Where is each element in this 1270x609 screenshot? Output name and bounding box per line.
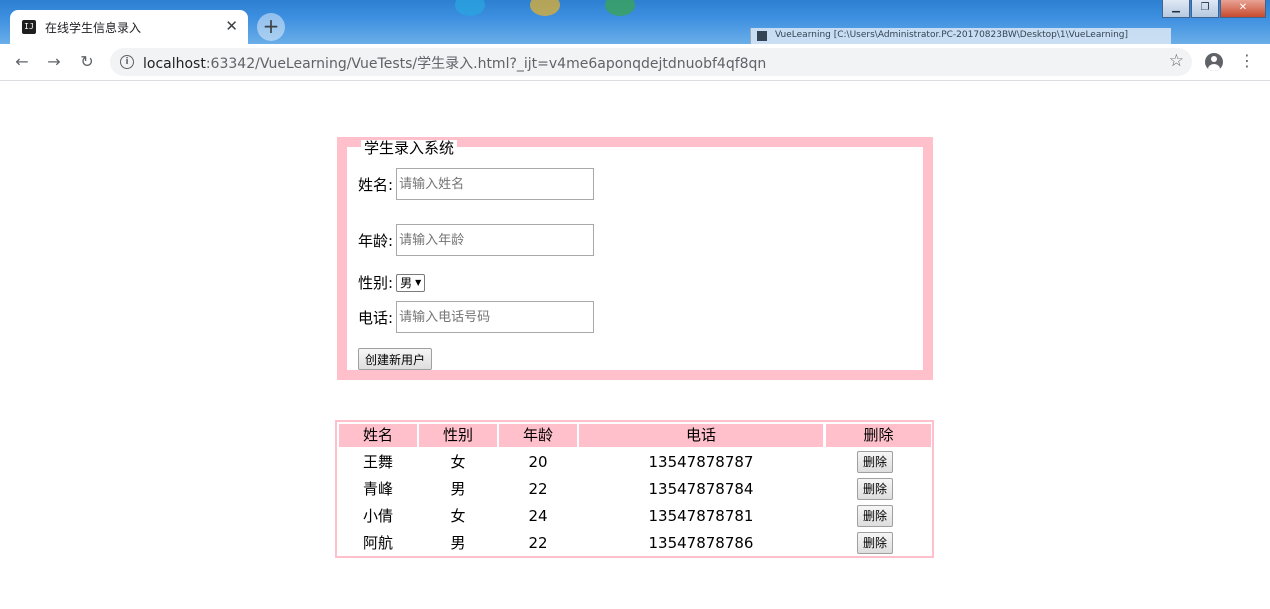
phone-input[interactable] (396, 301, 595, 333)
desktop-strip-text: VueLearning [C:\Users\Administrator.PC-2… (775, 30, 1129, 40)
cell-phone: 13547878784 (648, 480, 754, 498)
name-input[interactable] (396, 168, 595, 200)
browser-tab-strip: VueLearning [C:\Users\Administrator.PC-2… (0, 0, 1270, 44)
cell-name: 阿航 (362, 534, 393, 552)
url-path: :63342/VueLearning/VueTests/学生录入.html?_i… (205, 56, 767, 72)
cell-gender: 女 (450, 453, 466, 471)
age-input[interactable] (396, 224, 595, 256)
reload-icon[interactable]: ↻ (75, 50, 99, 74)
url-text[interactable]: localhost:63342/VueLearning/VueTests/学生录… (143, 53, 766, 73)
header-age: 年龄 (499, 424, 577, 447)
cell-age: 22 (528, 480, 548, 498)
name-row: 姓名: (358, 168, 595, 200)
desktop-icon (455, 0, 485, 16)
back-icon[interactable]: ← (10, 50, 34, 74)
age-row: 年龄: (358, 224, 595, 256)
dropdown-arrow-icon: ▼ (415, 278, 422, 287)
header-delete: 删除 (826, 424, 931, 447)
student-entry-fieldset: 学生录入系统 姓名: 年龄: 性别: 男 ▼ 电话: 创建新用户 (337, 137, 933, 380)
close-tab-icon[interactable]: ✕ (225, 17, 238, 35)
cell-phone: 13547878787 (648, 453, 754, 471)
gender-select[interactable]: 男 ▼ (396, 273, 426, 292)
age-label: 年龄: (358, 231, 394, 250)
tab-title: 在线学生信息录入 (45, 21, 142, 35)
create-user-button[interactable]: 创建新用户 (358, 348, 433, 370)
gender-label: 性别: (358, 274, 394, 292)
header-name: 姓名 (339, 424, 417, 447)
bookmark-star-icon[interactable]: ☆ (1169, 51, 1184, 71)
cell-gender: 女 (450, 507, 466, 525)
phone-label: 电话: (358, 308, 394, 327)
window-controls: ▁ ❐ ✕ (1161, 0, 1266, 18)
info-icon[interactable]: i (120, 55, 134, 69)
delete-button[interactable]: 删除 (857, 532, 894, 554)
intellij-icon (757, 31, 767, 41)
new-tab-button[interactable]: + (257, 13, 285, 41)
minimize-icon[interactable]: ▁ (1162, 0, 1190, 18)
desktop-icon (530, 0, 560, 16)
intellij-favicon-icon: IJ (22, 20, 36, 34)
phone-row: 电话: (358, 301, 595, 333)
header-gender: 性别 (419, 424, 497, 447)
profile-avatar-icon[interactable] (1205, 53, 1223, 71)
cell-age: 24 (528, 507, 548, 525)
browser-toolbar: ← → ↻ i localhost:63342/VueLearning/VueT… (0, 44, 1270, 81)
gender-select-value: 男 (400, 276, 413, 290)
address-bar[interactable]: i localhost:63342/VueLearning/VueTests/学… (110, 48, 1192, 76)
cell-age: 22 (528, 534, 548, 552)
delete-button[interactable]: 删除 (857, 478, 894, 500)
cell-phone: 13547878781 (648, 507, 754, 525)
desktop-taskbar-item: VueLearning [C:\Users\Administrator.PC-2… (750, 28, 1171, 44)
cell-name: 小倩 (362, 507, 393, 525)
delete-button[interactable]: 删除 (857, 505, 894, 527)
gender-row: 性别: 男 ▼ (358, 272, 426, 293)
browser-tab[interactable]: IJ 在线学生信息录入 ✕ (10, 10, 248, 44)
desktop-icon (605, 0, 635, 16)
close-window-icon[interactable]: ✕ (1220, 0, 1266, 18)
delete-button[interactable]: 删除 (857, 451, 894, 473)
cell-gender: 男 (450, 534, 466, 552)
url-host: localhost (143, 56, 206, 72)
header-phone: 电话 (579, 424, 823, 447)
cell-gender: 男 (450, 480, 466, 498)
fieldset-legend: 学生录入系统 (361, 140, 458, 156)
maximize-icon[interactable]: ❐ (1191, 0, 1219, 18)
name-label: 姓名: (358, 175, 394, 194)
forward-icon[interactable]: → (42, 50, 66, 74)
cell-name: 王舞 (362, 453, 393, 471)
menu-kebab-icon[interactable]: ⋮ (1239, 50, 1255, 72)
cell-age: 20 (528, 453, 548, 471)
cell-name: 青峰 (362, 480, 393, 498)
cell-phone: 13547878786 (648, 534, 754, 552)
student-table: 姓名 性别 年龄 电话 删除 王舞 女 20 13547878787 删除 青峰… (335, 420, 934, 558)
